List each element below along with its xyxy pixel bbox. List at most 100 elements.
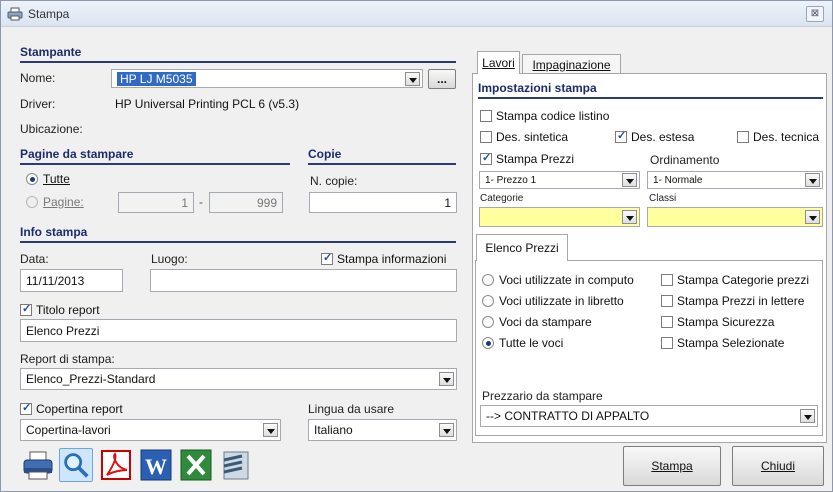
codice-listino-checkbox[interactable]: Stampa codice listino	[480, 109, 609, 123]
date-input[interactable]: 11/11/2013	[20, 269, 123, 292]
titolo-report-checkbox[interactable]: Titolo report	[20, 302, 100, 317]
tab-elenco-prezzi[interactable]: Elenco Prezzi	[476, 234, 568, 261]
classi-select[interactable]	[647, 207, 823, 227]
radio-voci-da-stampare[interactable]: Voci da stampare	[482, 315, 592, 329]
prezzario-label: Prezzario da stampare	[482, 389, 603, 403]
stampa-prezzi-checkbox[interactable]: Stampa Prezzi	[480, 151, 574, 166]
checkbox-box	[661, 295, 673, 307]
chevron-down-icon[interactable]	[622, 210, 637, 224]
stampa-selezionate-checkbox[interactable]: Stampa Selezionate	[661, 336, 784, 350]
radio-dot	[482, 337, 494, 349]
checkbox-box	[615, 129, 627, 143]
radio-voci-libretto[interactable]: Voci utilizzate in libretto	[482, 294, 624, 308]
pdf-icon[interactable]	[99, 448, 133, 482]
print-dialog: Stampa ⊠ Stampante Nome: HP LJ M5035 ...…	[0, 0, 833, 492]
printer-browse-button[interactable]: ...	[428, 69, 456, 89]
svg-text:W: W	[145, 454, 167, 479]
copies-input[interactable]: 1	[309, 192, 457, 213]
chiudi-button-label: Chiudi	[760, 459, 796, 473]
data-label: Data:	[20, 252, 49, 266]
tab-impaginazione[interactable]: Impaginazione	[522, 54, 621, 74]
word-icon[interactable]: W	[139, 448, 173, 482]
stampa-prezzi-lettere-label: Stampa Prezzi in lettere	[677, 294, 805, 308]
lingua-select[interactable]: Italiano	[308, 419, 457, 441]
stampa-informazioni-label: Stampa informazioni	[337, 252, 447, 266]
codice-listino-label: Stampa codice listino	[496, 109, 610, 123]
stampa-button[interactable]: Stampa	[623, 446, 721, 486]
section-pagine: Pagine da stampare	[20, 147, 290, 165]
ordinamento-selected-value: 1- Normale	[653, 174, 703, 186]
checkbox-box	[480, 110, 492, 122]
radio-voci-libretto-label: Voci utilizzate in libretto	[499, 294, 624, 308]
stampa-prezzi-lettere-checkbox[interactable]: Stampa Prezzi in lettere	[661, 294, 804, 308]
lingua-label: Lingua da usare	[308, 402, 395, 416]
section-copie: Copie	[308, 147, 456, 165]
luogo-input[interactable]	[150, 269, 457, 292]
section-impostazioni-stampa: Impostazioni stampa	[478, 81, 823, 99]
report-stampa-label: Report di stampa:	[20, 352, 115, 366]
section-stampante: Stampante	[20, 45, 456, 63]
checkbox-box	[661, 337, 673, 349]
radio-tutte[interactable]: Tutte	[26, 172, 70, 186]
radio-dot	[482, 316, 494, 328]
chevron-down-icon[interactable]	[439, 372, 454, 386]
des-sintetica-checkbox[interactable]: Des. sintetica	[480, 130, 568, 144]
categorie-select[interactable]	[479, 207, 640, 227]
page-range-separator: -	[199, 195, 203, 209]
preview-icon[interactable]	[59, 448, 93, 482]
report-selected-value: Elenco_Prezzi-Standard	[26, 372, 156, 386]
chevron-down-icon[interactable]	[405, 71, 420, 86]
section-info-stampa: Info stampa	[20, 225, 456, 243]
classi-label: Classi	[649, 193, 677, 204]
ordinamento-select[interactable]: 1- Normale	[647, 171, 823, 189]
page-from-input[interactable]: 1	[118, 192, 194, 213]
radio-tutte-le-voci-label: Tutte le voci	[499, 336, 564, 350]
copertina-report-label: Copertina report	[36, 402, 123, 416]
printer-icon[interactable]	[21, 448, 55, 482]
chevron-down-icon[interactable]	[805, 210, 820, 224]
export-icon[interactable]	[218, 448, 252, 482]
chevron-down-icon[interactable]	[263, 423, 278, 437]
excel-icon[interactable]	[179, 448, 213, 482]
radio-dot	[26, 196, 38, 208]
close-button[interactable]: ⊠	[806, 6, 824, 22]
title-bar: Stampa ⊠	[1, 1, 832, 27]
des-tecnica-label: Des. tecnica	[753, 130, 820, 144]
driver-label: Driver:	[20, 97, 56, 111]
des-tecnica-checkbox[interactable]: Des. tecnica	[737, 130, 819, 144]
checkbox-box	[661, 316, 673, 328]
stampa-informazioni-checkbox[interactable]: Stampa informazioni	[321, 251, 447, 266]
chevron-down-icon[interactable]	[622, 173, 637, 187]
stampa-sicurezza-checkbox[interactable]: Stampa Sicurezza	[661, 315, 774, 329]
copie-label: N. copie:	[310, 174, 358, 188]
radio-tutte-le-voci[interactable]: Tutte le voci	[482, 336, 563, 350]
titolo-report-input[interactable]: Elenco Prezzi	[20, 319, 457, 342]
prezzo-select[interactable]: 1- Prezzo 1	[479, 171, 640, 189]
stampa-categorie-prezzi-label: Stampa Categorie prezzi	[677, 273, 810, 287]
radio-pagine-label: Pagine:	[43, 195, 84, 209]
radio-pagine[interactable]: Pagine:	[26, 195, 84, 209]
chevron-down-icon[interactable]	[800, 409, 815, 423]
prezzario-selected-value: --> CONTRATTO DI APPALTO	[486, 409, 650, 423]
tab-impaginazione-label: Impaginazione	[532, 57, 611, 72]
des-estesa-checkbox[interactable]: Des. estesa	[615, 129, 694, 144]
printer-select[interactable]: HP LJ M5035	[111, 69, 423, 88]
checkbox-box	[321, 251, 333, 265]
stampa-categorie-prezzi-checkbox[interactable]: Stampa Categorie prezzi	[661, 273, 809, 287]
copertina-select[interactable]: Copertina-lavori	[20, 419, 281, 441]
tab-lavori[interactable]: Lavori	[477, 51, 520, 74]
chevron-down-icon[interactable]	[439, 423, 454, 437]
copertina-report-checkbox[interactable]: Copertina report	[20, 401, 123, 416]
page-to-input[interactable]: 999	[209, 192, 283, 213]
ordinamento-label: Ordinamento	[650, 153, 720, 167]
ubicazione-label: Ubicazione:	[20, 122, 83, 136]
luogo-label: Luogo:	[151, 252, 188, 266]
chevron-down-icon[interactable]	[805, 173, 820, 187]
chiudi-button[interactable]: Chiudi	[732, 446, 824, 486]
prezzario-select[interactable]: --> CONTRATTO DI APPALTO	[480, 405, 818, 427]
radio-voci-computo[interactable]: Voci utilizzate in computo	[482, 273, 634, 287]
tab-lavori-label: Lavori	[482, 56, 515, 70]
report-select[interactable]: Elenco_Prezzi-Standard	[20, 368, 457, 390]
prezzo-selected-value: 1- Prezzo 1	[485, 174, 537, 186]
titolo-report-label: Titolo report	[36, 303, 100, 317]
